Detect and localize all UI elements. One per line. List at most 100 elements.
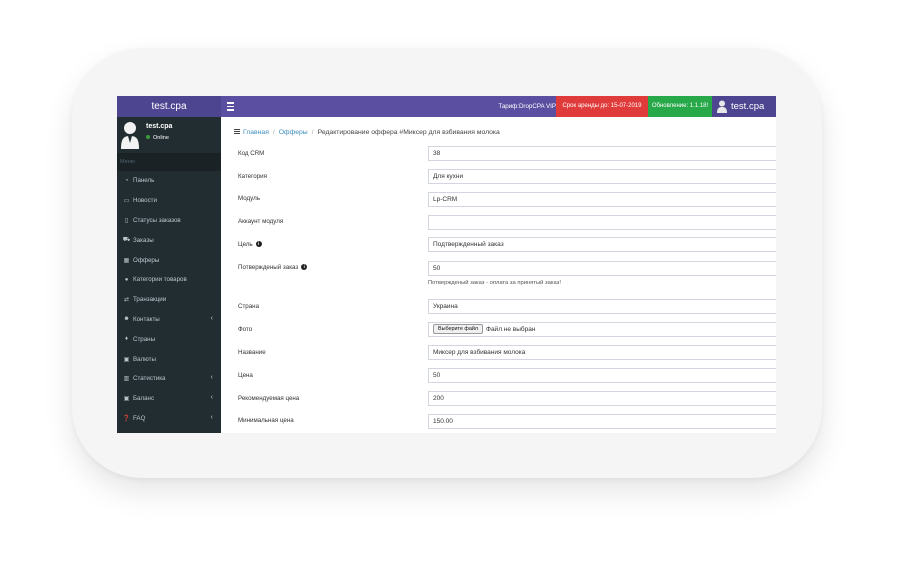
- sidebar-item-orders[interactable]: ⛟ Заказы: [117, 230, 221, 250]
- sidebar-item-categories[interactable]: ● Категории товаров: [117, 270, 221, 290]
- sidebar-item-dashboard[interactable]: ◔ Панель: [117, 171, 221, 191]
- country-select[interactable]: Украина ▴▾: [428, 299, 776, 314]
- breadcrumb-separator: /: [311, 129, 314, 136]
- sidebar-item-label: Заказы: [133, 236, 154, 244]
- users-icon: ☻: [123, 316, 130, 323]
- goal-label-text: Цель: [238, 241, 253, 248]
- recommended-price-input[interactable]: 200: [428, 391, 776, 406]
- info-icon: ●: [124, 276, 129, 283]
- bar-chart-icon: ▥: [123, 376, 130, 383]
- user-status-text: Online: [153, 135, 169, 141]
- price-input[interactable]: 50: [428, 368, 776, 383]
- user-panel: test.cpa Online: [117, 117, 221, 153]
- breadcrumb-current: Редактирование оффера #Миксер для взбива…: [317, 129, 500, 136]
- file-status: Файл не выбран: [486, 326, 536, 333]
- top-navbar: test.cpa Тариф:DropCPA VIP Срок аренды д…: [117, 96, 776, 117]
- breadcrumb: Главная / Офферы / Редактирование оффера #Ми…: [234, 129, 500, 136]
- money-icon: ▣: [123, 356, 130, 363]
- crm-code-label: Код CRM: [238, 150, 265, 157]
- sidebar-item-currencies[interactable]: ▣ Валюты: [117, 349, 221, 369]
- sidebar-item-statistics[interactable]: ▥ Статистика ‹: [117, 369, 221, 389]
- country-label: Страна: [238, 303, 260, 310]
- confirmed-order-label: Потвержденый заказ i: [238, 264, 308, 271]
- confirmed-order-label-text: Потвержденый заказ: [238, 264, 299, 271]
- user-name: test.cpa: [146, 123, 173, 130]
- file-icon: ▯: [124, 217, 129, 224]
- money-icon: ▣: [123, 396, 130, 403]
- min-price-input[interactable]: 150.00: [428, 414, 776, 429]
- sidebar-item-balance[interactable]: ▣ Баланс ‹: [117, 389, 221, 409]
- user-status: Online: [146, 135, 169, 141]
- sidebar-item-offers[interactable]: ▦ Офферы: [117, 250, 221, 270]
- sidebar-item-label: Статистика: [133, 375, 166, 383]
- user-avatar-icon: [717, 100, 727, 113]
- breadcrumb-offers[interactable]: Офферы: [279, 129, 308, 136]
- sidebar: test.cpa Online Меню ◔ Панель ▭ Новости …: [117, 117, 221, 433]
- chevron-left-icon: ‹: [210, 413, 213, 421]
- sidebar-item-countries[interactable]: ♦ Страны: [117, 329, 221, 349]
- tariff-label: Тариф:DropCPA VIP: [498, 103, 556, 110]
- chevron-left-icon: ‹: [210, 373, 213, 381]
- module-select-value: Lp-CRM: [433, 196, 458, 203]
- sidebar-item-news[interactable]: ▭ Новости: [117, 191, 221, 211]
- breadcrumb-home[interactable]: Главная: [243, 129, 269, 136]
- update-badge[interactable]: Обновление: 1.1.18!: [648, 96, 712, 117]
- info-icon[interactable]: i: [255, 241, 262, 247]
- user-menu[interactable]: test.cpa: [712, 96, 776, 117]
- price-label: Цена: [238, 372, 253, 379]
- online-dot-icon: [146, 135, 150, 139]
- sidebar-item-faq[interactable]: ❓ FAQ ‹: [117, 409, 221, 429]
- module-account-label: Аккаунт модуля: [238, 218, 284, 225]
- recommended-price-label: Рекомендуемая цена: [238, 395, 300, 402]
- brand-logo[interactable]: test.cpa: [117, 96, 221, 117]
- module-account-select[interactable]: ▴▾: [428, 215, 776, 230]
- goal-select-value: Подтвержденный заказ: [433, 241, 504, 248]
- breadcrumb-separator: /: [272, 129, 275, 136]
- sidebar-item-label: Транзакции: [133, 296, 167, 304]
- category-select-value: Для кухни: [433, 173, 464, 180]
- chevron-left-icon: ‹: [210, 314, 213, 322]
- map-marker-icon: ♦: [124, 336, 129, 343]
- name-input[interactable]: Миксер для взбивания молока: [428, 345, 776, 360]
- category-select[interactable]: Для кухни ▴▾: [428, 169, 776, 184]
- module-label: Модуль: [238, 195, 260, 202]
- menu-header: Меню: [117, 153, 221, 171]
- exchange-icon: ⇄: [123, 297, 130, 304]
- sidebar-item-label: Страны: [133, 335, 156, 343]
- lease-badge: Срок аренды до: 15-07-2019: [556, 96, 648, 117]
- menu-icon: [234, 129, 240, 134]
- photo-file-input: Выберите файл Файл не выбран: [428, 322, 776, 337]
- photo-label: Фото: [238, 326, 253, 333]
- sidebar-item-label: Новости: [133, 197, 157, 205]
- crm-code-input[interactable]: 38: [428, 146, 776, 161]
- sidebar-toggle-icon[interactable]: [227, 100, 235, 112]
- sidebar-nav: ◔ Панель ▭ Новости ▯ Статусы заказов ⛟ З…: [117, 171, 221, 428]
- goal-select[interactable]: Подтвержденный заказ ▴▾: [428, 237, 776, 252]
- module-select[interactable]: Lp-CRM ▴▾: [428, 192, 776, 207]
- sidebar-item-label: Статусы заказов: [133, 216, 181, 224]
- country-select-value: Украина: [433, 303, 458, 310]
- sidebar-item-label: Панель: [133, 177, 155, 185]
- choose-file-button[interactable]: Выберите файл: [433, 324, 483, 334]
- admin-app: test.cpa Тариф:DropCPA VIP Срок аренды д…: [117, 96, 776, 433]
- sidebar-item-transactions[interactable]: ⇄ Транзакции: [117, 290, 221, 310]
- news-icon: ▭: [123, 198, 130, 205]
- chevron-left-icon: ‹: [210, 393, 213, 401]
- sidebar-item-label: FAQ: [133, 414, 146, 422]
- sidebar-item-contacts[interactable]: ☻ Контакты ‹: [117, 310, 221, 330]
- confirmed-order-help: Потвержденый заказ - оплата за принятый …: [428, 280, 561, 286]
- goal-label: Цель i: [238, 241, 262, 248]
- min-price-label: Минимальная цена: [238, 417, 294, 424]
- question-icon: ❓: [122, 415, 131, 422]
- name-label: Название: [238, 349, 266, 356]
- confirmed-order-input[interactable]: 50: [428, 261, 776, 276]
- grid-icon: ▦: [123, 257, 130, 264]
- sidebar-item-label: Офферы: [133, 256, 160, 264]
- info-icon[interactable]: i: [301, 264, 308, 270]
- sidebar-item-label: Категории товаров: [133, 276, 187, 284]
- sidebar-item-order-statuses[interactable]: ▯ Статусы заказов: [117, 211, 221, 231]
- sidebar-item-label: Контакты: [133, 315, 160, 323]
- avatar: [121, 122, 139, 149]
- category-label: Категория: [238, 173, 267, 180]
- sidebar-item-label: Валюты: [133, 355, 156, 363]
